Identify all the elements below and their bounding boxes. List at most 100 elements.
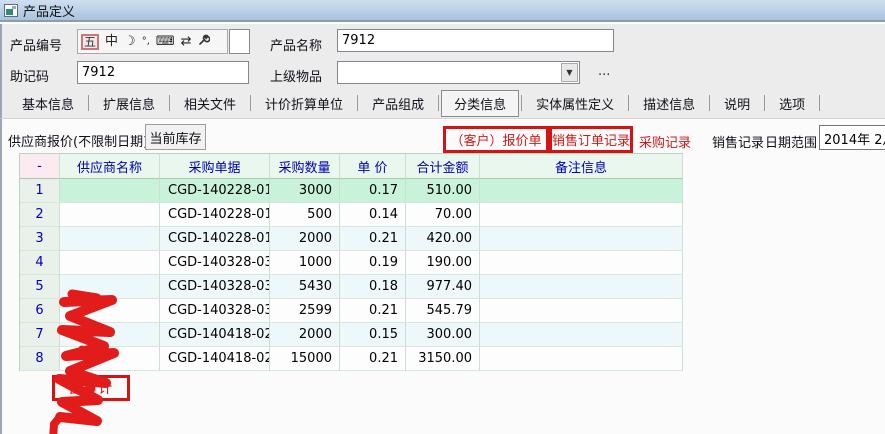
cell-note[interactable]: [480, 179, 683, 203]
cell-note[interactable]: [480, 299, 683, 323]
col-header-price[interactable]: 单 价: [340, 154, 406, 179]
cell-qty[interactable]: 2000: [270, 227, 340, 251]
ime-keyboard-icon[interactable]: ⌨: [156, 35, 175, 48]
table-row[interactable]: 6 CGD-140328-03 2599 0.21 545.79: [20, 299, 683, 323]
chevron-down-icon[interactable]: ▼: [561, 63, 578, 82]
cell-amount[interactable]: 300.00: [406, 323, 480, 347]
cell-doc[interactable]: CGD-140328-03: [160, 275, 270, 299]
cell-supplier[interactable]: [60, 323, 160, 347]
cell-price[interactable]: 0.15: [340, 323, 406, 347]
tab-description-info[interactable]: 描述信息: [631, 91, 707, 116]
cell-supplier[interactable]: [60, 275, 160, 299]
table-row[interactable]: 8 CGD-140418-02 15000 0.21 3150.00: [20, 347, 683, 371]
cell-supplier[interactable]: [60, 347, 160, 371]
cell-row-number[interactable]: 7: [20, 323, 60, 347]
tab-related-files[interactable]: 相关文件: [172, 91, 248, 116]
mnemonic-input[interactable]: [77, 61, 249, 84]
cell-qty[interactable]: 5430: [270, 275, 340, 299]
cell-qty[interactable]: 2599: [270, 299, 340, 323]
table-row[interactable]: 4 CGD-140328-03 1000 0.19 190.00: [20, 251, 683, 275]
cell-note[interactable]: [480, 323, 683, 347]
cell-note[interactable]: [480, 227, 683, 251]
tab-classification-info[interactable]: 分类信息: [441, 90, 519, 117]
col-header-supplier[interactable]: 供应商名称: [60, 154, 160, 179]
table-row[interactable]: 7 CGD-140418-02 2000 0.15 300.00: [20, 323, 683, 347]
cell-price[interactable]: 0.21: [340, 227, 406, 251]
cell-price[interactable]: 0.18: [340, 275, 406, 299]
cell-doc[interactable]: CGD-140228-01: [160, 203, 270, 227]
cell-note[interactable]: [480, 251, 683, 275]
cell-amount[interactable]: 977.40: [406, 275, 480, 299]
table-row[interactable]: 3 CGD-140228-01 2000 0.21 420.00: [20, 227, 683, 251]
cell-amount[interactable]: 510.00: [406, 179, 480, 203]
sales-order-record-button[interactable]: 销售订单记录: [549, 126, 633, 153]
cell-row-number[interactable]: 5: [20, 275, 60, 299]
tab-options[interactable]: 选项: [767, 91, 817, 116]
product-no-field[interactable]: [229, 29, 250, 54]
ime-swap-icon[interactable]: ⇄: [181, 35, 192, 48]
cell-supplier[interactable]: [60, 299, 160, 323]
cell-note[interactable]: [480, 347, 683, 371]
cell-row-number[interactable]: 3: [20, 227, 60, 251]
cell-doc[interactable]: CGD-140228-01: [160, 179, 270, 203]
cell-qty[interactable]: 1000: [270, 251, 340, 275]
tab-extended-info[interactable]: 扩展信息: [91, 91, 167, 116]
cell-qty[interactable]: 2000: [270, 323, 340, 347]
tab-product-composition[interactable]: 产品组成: [360, 91, 436, 116]
parent-item-combobox[interactable]: ▼: [337, 61, 580, 84]
tab-pricing-unit[interactable]: 计价折算单位: [253, 91, 355, 116]
cell-amount[interactable]: 545.79: [406, 299, 480, 323]
sales-record-button[interactable]: 销售记录: [712, 132, 764, 151]
customer-quote-button[interactable]: （客户）报价单: [443, 126, 549, 153]
cell-amount[interactable]: 3150.00: [406, 347, 480, 371]
tab-notes[interactable]: 说明: [712, 91, 762, 116]
cell-row-number[interactable]: 8: [20, 347, 60, 371]
cell-amount[interactable]: 70.00: [406, 203, 480, 227]
cell-price[interactable]: 0.17: [340, 179, 406, 203]
cell-price[interactable]: 0.21: [340, 299, 406, 323]
cell-doc[interactable]: CGD-140418-02: [160, 347, 270, 371]
cell-supplier[interactable]: [60, 251, 160, 275]
cell-note[interactable]: [480, 275, 683, 299]
col-header-note[interactable]: 备注信息: [480, 154, 683, 179]
cell-doc[interactable]: CGD-140328-03: [160, 299, 270, 323]
current-stock-button[interactable]: 当前库存: [145, 124, 206, 150]
cell-supplier[interactable]: [60, 179, 160, 203]
cell-price[interactable]: 0.19: [340, 251, 406, 275]
tab-basic-info[interactable]: 基本信息: [10, 91, 86, 116]
cell-note[interactable]: [480, 203, 683, 227]
cell-doc[interactable]: CGD-140328-03: [160, 251, 270, 275]
col-header-marker[interactable]: -: [20, 154, 60, 179]
cell-row-number[interactable]: 2: [20, 203, 60, 227]
cell-amount[interactable]: 420.00: [406, 227, 480, 251]
table-row[interactable]: 5 CGD-140328-03 5430 0.18 977.40: [20, 275, 683, 299]
ime-wrench-icon[interactable]: [198, 34, 210, 49]
cell-qty[interactable]: 3000: [270, 179, 340, 203]
col-header-doc[interactable]: 采购单据: [160, 154, 270, 179]
cell-supplier[interactable]: [60, 203, 160, 227]
cell-price[interactable]: 0.14: [340, 203, 406, 227]
cell-amount[interactable]: 190.00: [406, 251, 480, 275]
cell-supplier[interactable]: [60, 227, 160, 251]
ime-punctuation-icon[interactable]: °,: [142, 37, 150, 47]
ime-halfwidth-moon-icon[interactable]: ☽: [124, 35, 136, 48]
cell-row-number[interactable]: 6: [20, 299, 60, 323]
table-row[interactable]: 1 CGD-140228-01 3000 0.17 510.00: [20, 179, 683, 203]
cell-price[interactable]: 0.21: [340, 347, 406, 371]
cell-row-number[interactable]: 4: [20, 251, 60, 275]
cell-doc[interactable]: CGD-140418-02: [160, 323, 270, 347]
cell-row-number[interactable]: 1: [20, 179, 60, 203]
date-range-input[interactable]: 2014年 2月: [819, 125, 885, 150]
cell-qty[interactable]: 500: [270, 203, 340, 227]
ime-chinese-mode-icon[interactable]: 中: [105, 35, 118, 48]
cell-doc[interactable]: CGD-140228-01: [160, 227, 270, 251]
purchase-record-button[interactable]: 采购记录: [639, 132, 691, 151]
table-row[interactable]: 2 CGD-140228-01 500 0.14 70.00: [20, 203, 683, 227]
product-name-input[interactable]: [337, 29, 614, 52]
col-header-qty[interactable]: 采购数量: [270, 154, 340, 179]
tab-entity-attributes[interactable]: 实体属性定义: [524, 91, 626, 116]
col-header-amount[interactable]: 合计金额: [406, 154, 480, 179]
ime-wubi-icon[interactable]: 五: [81, 34, 99, 50]
browse-button[interactable]: ...: [598, 64, 610, 79]
cell-qty[interactable]: 15000: [270, 347, 340, 371]
